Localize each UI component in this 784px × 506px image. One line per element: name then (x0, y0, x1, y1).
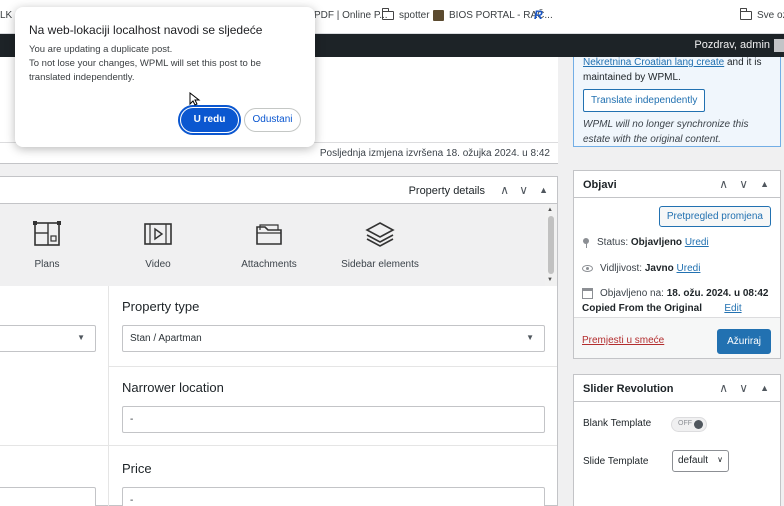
tab-video[interactable]: Video (108, 220, 208, 270)
move-to-trash-link[interactable]: Premjesti u smeće (582, 335, 664, 346)
tab-plans[interactable]: Plans (0, 220, 97, 270)
wpml-text: maintained by WPML. (583, 72, 681, 83)
dialog-message: You are updating a duplicate post. To no… (29, 44, 261, 83)
status-edit-link[interactable]: Uredi (685, 237, 709, 248)
folder-icon (256, 224, 282, 245)
chevron-down-icon: ▼ (77, 333, 85, 342)
property-type-label: Property type (122, 299, 200, 314)
scroll-up-arrow[interactable]: ▲ (547, 207, 553, 213)
calendar-icon (582, 288, 593, 299)
tab-video-label: Video (145, 259, 171, 270)
row-divider (109, 366, 557, 367)
r-icon: R (534, 8, 543, 22)
property-type-value: Stan / Apartman (130, 333, 202, 344)
slider-title: Slider Revolution (583, 383, 674, 395)
collapse-icon[interactable]: ▲ (539, 185, 548, 195)
status-row: Status: Objavljeno Uredi (582, 237, 709, 248)
narrower-location-input[interactable]: - (122, 406, 545, 433)
published-on-row: Objavljeno na: 18. ožu. 2024. u 08:42 (582, 288, 768, 299)
scroll-thumb[interactable] (548, 216, 554, 274)
move-up-icon[interactable]: ∧ (500, 183, 509, 197)
publish-footer: Premjesti u smeće Ažuriraj (574, 317, 780, 358)
price-input[interactable]: - (122, 487, 545, 506)
move-down-icon[interactable]: ∨ (519, 183, 528, 197)
chevron-down-icon: ∨ (717, 455, 723, 464)
plans-icon (33, 221, 61, 246)
narrower-location-label: Narrower location (122, 380, 224, 395)
price-value: - (130, 495, 134, 506)
dialog-title: Na web-lokaciji localhost navodi se slje… (29, 23, 263, 37)
visibility-row: Vidljivost: Javno Uredi (582, 263, 700, 274)
wpml-note: WPML will no longer synchronize this est… (583, 119, 749, 145)
bookmark-lk[interactable]: LK (0, 10, 12, 21)
collapse-icon[interactable]: ▲ (760, 383, 769, 393)
wpml-original-link[interactable]: Nekretnina Croatian lang create (583, 57, 724, 68)
ok-button[interactable]: U redu (178, 105, 241, 135)
confirm-dialog: Na web-lokaciji localhost navodi se slje… (15, 7, 315, 147)
property-details-title: Property details (408, 185, 485, 197)
row-divider (109, 445, 557, 446)
slider-header[interactable]: Slider Revolution ∧ ∨ ▲ (574, 375, 780, 402)
tab-attachments-label: Attachments (241, 259, 297, 270)
tabs-scrollbar[interactable]: ▲ ▼ (545, 204, 557, 286)
narrower-location-value: - (130, 414, 134, 425)
publish-box: Objavi ∧ ∨ ▲ Pretpregled promjena Status… (573, 170, 781, 359)
chevron-down-icon: ▼ (526, 333, 534, 342)
eye-icon (582, 265, 593, 272)
blank-template-label: Blank Template (583, 418, 652, 429)
property-details-header[interactable]: Property details ∧ ∨ ▲ (0, 177, 557, 204)
toggle-knob (694, 420, 703, 429)
move-down-icon[interactable]: ∨ (739, 381, 748, 395)
cancel-button[interactable]: Odustani (244, 108, 301, 132)
tab-plans-label: Plans (34, 259, 60, 270)
publish-title: Objavi (583, 179, 617, 191)
price-label: Price (122, 461, 152, 476)
publish-header[interactable]: Objavi ∧ ∨ ▲ (574, 171, 780, 198)
bookmark-all[interactable]: Sve ozn (739, 8, 784, 21)
tab-attachments[interactable]: Attachments (219, 220, 319, 270)
folder-icon (381, 8, 394, 20)
move-up-icon[interactable]: ∧ (719, 177, 728, 191)
bookmark-pdf[interactable]: PDF | Online P... (314, 10, 388, 21)
property-details-box: Property details ∧ ∨ ▲ Plans Video Attac… (0, 176, 558, 506)
update-button[interactable]: Ažuriraj (717, 329, 771, 354)
wpml-notice: Nekretnina Croatian lang create and it i… (573, 57, 781, 147)
copied-row: Copied From the Original Edit (582, 303, 742, 314)
pin-icon (582, 237, 590, 248)
video-icon (144, 223, 172, 245)
move-down-icon[interactable]: ∨ (739, 177, 748, 191)
property-type-select[interactable]: Stan / Apartman ▼ (122, 325, 545, 352)
column-divider (108, 286, 109, 506)
row-divider (0, 445, 108, 446)
tab-sidebar-elements-label: Sidebar elements (341, 259, 419, 270)
tab-sidebar-elements[interactable]: Sidebar elements (330, 220, 430, 270)
translate-independently-button[interactable]: Translate independently (583, 89, 706, 112)
folder-icon (739, 8, 752, 20)
slide-template-select[interactable]: default ∨ (672, 450, 729, 472)
move-up-icon[interactable]: ∧ (719, 381, 728, 395)
bookmark-spotter[interactable]: spotter (381, 8, 430, 21)
left-input[interactable] (0, 487, 96, 506)
copied-edit-link[interactable]: Edit (724, 303, 741, 314)
greeting[interactable]: Pozdrav, admin (694, 39, 770, 51)
preview-changes-button[interactable]: Pretpregled promjena (658, 206, 771, 227)
bios-icon (433, 10, 444, 21)
blank-template-toggle[interactable]: OFF (671, 417, 707, 432)
avatar[interactable] (774, 39, 784, 52)
property-tabs: Plans Video Attachments Sidebar elements (0, 204, 557, 286)
slider-revolution-box: Slider Revolution ∧ ∨ ▲ Blank Template O… (573, 374, 781, 506)
bookmark-r[interactable]: R (534, 8, 543, 22)
slide-template-label: Slide Template (583, 456, 649, 467)
visibility-edit-link[interactable]: Uredi (677, 263, 701, 274)
layers-icon (365, 222, 395, 247)
left-select[interactable]: ▼ (0, 325, 96, 352)
last-edit-text: Posljednja izmjena izvršena 18. ožujka 2… (319, 148, 550, 159)
collapse-icon[interactable]: ▲ (760, 179, 769, 189)
scroll-down-arrow[interactable]: ▼ (547, 277, 553, 283)
mouse-cursor-icon (189, 92, 201, 106)
